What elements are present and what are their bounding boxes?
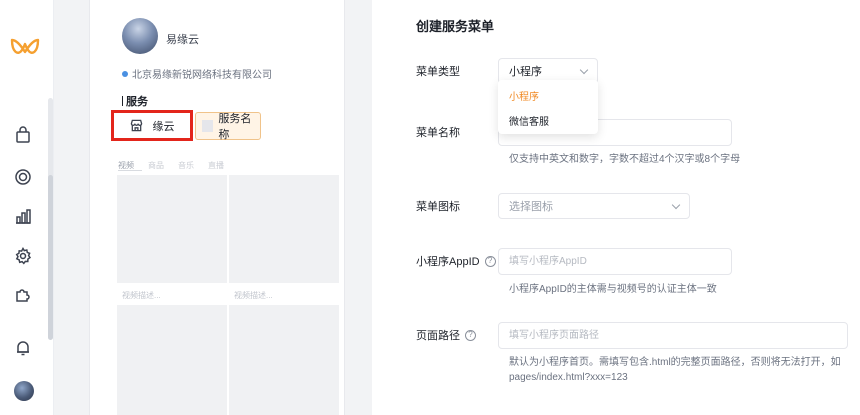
help-icon[interactable]: ? bbox=[465, 329, 476, 341]
logo-icon bbox=[10, 38, 40, 54]
preview-card bbox=[117, 305, 227, 415]
appid-label: 小程序AppID ? bbox=[416, 253, 496, 269]
placeholder-icon bbox=[202, 120, 214, 132]
preview-card-caption: 视频描述... bbox=[234, 291, 273, 300]
menu-name-hint: 仅支持中英文和数字，字数不超过4个汉字或8个字母 bbox=[509, 154, 741, 165]
menu-type-dropdown: 小程序 微信客服 bbox=[498, 80, 598, 134]
menu-name-label: 菜单名称 bbox=[416, 124, 460, 140]
puzzle-icon[interactable] bbox=[13, 284, 33, 304]
form-title: 创建服务菜单 bbox=[416, 19, 495, 34]
menu-type-option-wechat-service[interactable]: 微信客服 bbox=[498, 108, 598, 133]
preview-tab: 商品 bbox=[148, 161, 164, 170]
menu-icon-placeholder: 选择图标 bbox=[509, 201, 553, 213]
account-avatar bbox=[122, 18, 158, 54]
menu-icon-label-text: 菜单图标 bbox=[416, 201, 460, 213]
menu-icon-select[interactable]: 选择图标 bbox=[498, 193, 690, 219]
menu-type-option-miniprogram[interactable]: 小程序 bbox=[498, 83, 598, 108]
preview-menu-item-2-label: 服务名称 bbox=[218, 113, 252, 141]
chevron-down-icon bbox=[671, 200, 681, 209]
bell-icon[interactable] bbox=[13, 338, 33, 358]
preview-tab-indicator bbox=[118, 170, 142, 171]
page-path-hint-line1: 默认为小程序首页。需填写包含.html的完整页面路径，否则将无法打开，如 bbox=[509, 357, 841, 368]
page-path-label-text: 页面路径 bbox=[416, 330, 460, 342]
menu-type-value: 小程序 bbox=[509, 66, 542, 78]
preview-card bbox=[229, 305, 339, 415]
preview-tab: 音乐 bbox=[178, 161, 194, 170]
preview-tab: 直播 bbox=[208, 161, 224, 170]
preview-menu-item-2[interactable]: 服务名称 bbox=[195, 112, 261, 141]
nav-scrollbar-thumb[interactable] bbox=[48, 175, 53, 340]
verified-icon bbox=[122, 70, 128, 77]
store-icon bbox=[130, 119, 142, 132]
menu-type-label: 菜单类型 bbox=[416, 63, 460, 79]
appid-hint: 小程序AppID的主体需与视频号的认证主体一致 bbox=[509, 284, 717, 295]
page-path-hint: 默认为小程序首页。需填写包含.html的完整页面路径，否则将无法打开，如 pag… bbox=[509, 355, 841, 385]
appid-label-text: 小程序AppID bbox=[416, 256, 480, 268]
preview-menu-item-1-label: 缘云 bbox=[152, 120, 175, 133]
company-name: 北京易缘新锐网络科技有限公司 bbox=[122, 66, 272, 81]
company-label: 北京易缘新锐网络科技有限公司 bbox=[132, 70, 272, 81]
gear-icon[interactable] bbox=[13, 246, 33, 266]
preview-menu-item-1[interactable]: 缘云 bbox=[111, 110, 193, 141]
page-path-input[interactable] bbox=[498, 322, 848, 349]
services-heading: 服务 bbox=[122, 93, 148, 109]
account-name: 易缘云 bbox=[166, 34, 199, 46]
appid-input[interactable] bbox=[498, 248, 732, 275]
menu-type-label-text: 菜单类型 bbox=[416, 66, 460, 78]
chevron-down-icon bbox=[579, 65, 589, 74]
help-icon[interactable]: ? bbox=[484, 255, 496, 267]
create-menu-form: 创建服务菜单 菜单类型 小程序 菜单名称 仅支持中英文和数字，字数不超过4个汉字… bbox=[372, 0, 860, 415]
bag-icon[interactable] bbox=[13, 125, 33, 145]
target-icon[interactable] bbox=[13, 167, 33, 187]
preview-card bbox=[117, 175, 227, 283]
preview-card-caption: 视频描述... bbox=[122, 291, 161, 300]
preview-card bbox=[229, 175, 339, 283]
menu-icon-label: 菜单图标 bbox=[416, 198, 460, 214]
side-nav bbox=[0, 0, 54, 415]
menu-name-label-text: 菜单名称 bbox=[416, 127, 460, 139]
menu-preview-panel: 易缘云 北京易缘新锐网络科技有限公司 服务 缘云 服务名称 视频 商品 音乐 直… bbox=[89, 0, 345, 415]
user-avatar[interactable] bbox=[14, 381, 34, 401]
bar-chart-icon[interactable] bbox=[13, 206, 33, 226]
page-path-label: 页面路径 ? bbox=[416, 327, 476, 343]
page-path-hint-line2: pages/index.html?xxx=123 bbox=[509, 372, 628, 383]
